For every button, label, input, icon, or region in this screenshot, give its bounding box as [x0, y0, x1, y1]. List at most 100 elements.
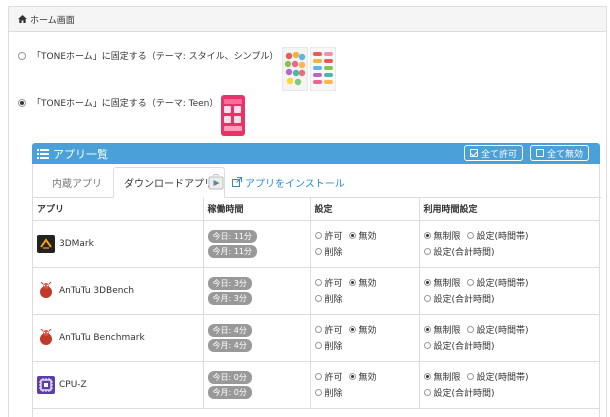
setting-delete-radio[interactable]: [314, 295, 322, 302]
setting-allow-label: 許可: [324, 326, 343, 336]
app-name: AnTuTu 3DBench: [59, 285, 135, 296]
usage-total-label: 設定(合計時間): [433, 248, 495, 258]
setting-allow-option[interactable]: 許可: [314, 229, 343, 242]
table-row: CPU-Z 今日: 0分 今月: 0分 許可 無効 削除 無制限 設定(時間帯)…: [33, 360, 600, 409]
setting-allow-radio[interactable]: [314, 373, 322, 380]
header-title: ホーム画面: [30, 15, 75, 26]
usage-period-radio[interactable]: [466, 326, 474, 333]
usage-unlimited-radio[interactable]: [423, 326, 431, 333]
usage-unlimited-option[interactable]: 無制限: [423, 276, 461, 289]
usage-unlimited-option[interactable]: 無制限: [423, 370, 461, 383]
setting-delete-label: 削除: [324, 248, 343, 258]
setting-allow-radio[interactable]: [314, 232, 322, 239]
setting-disable-option[interactable]: 無効: [348, 276, 377, 289]
usage-unlimited-radio[interactable]: [423, 232, 431, 239]
usage-unlimited-radio[interactable]: [423, 373, 431, 380]
usage-total-option[interactable]: 設定(合計時間): [423, 339, 495, 352]
setting-allow-label: 許可: [324, 279, 343, 289]
table-row: AnTuTu 3DBench 今日: 3分 今月: 3分 許可 無効 削除 無制…: [33, 266, 600, 315]
app-icon: [37, 281, 55, 300]
month-badge: 今月: 0分: [207, 385, 252, 399]
usage-unlimited-option[interactable]: 無制限: [423, 323, 461, 336]
antutu-icon: [40, 281, 52, 298]
usage-total-label: 設定(合計時間): [433, 389, 495, 399]
setting-allow-option[interactable]: 許可: [314, 276, 343, 289]
setting-delete-option[interactable]: 削除: [314, 386, 343, 399]
install-app-label: アプリをインストール: [245, 178, 345, 190]
today-badge: 今日: 11分: [207, 229, 257, 243]
home-option-style-simple[interactable]: 「TONEホーム」に固定する（テーマ: スタイル、シンプル）: [18, 49, 278, 62]
setting-delete-radio[interactable]: [314, 342, 322, 349]
usage-total-option[interactable]: 設定(合計時間): [423, 386, 495, 399]
col-runtime: 稼働時間: [202, 198, 311, 221]
usage-period-label: 設定(時間帯): [476, 279, 529, 289]
external-link-icon: [232, 177, 242, 187]
usage-period-option[interactable]: 設定(時間帯): [466, 370, 529, 383]
usage-total-option[interactable]: 設定(合計時間): [423, 245, 495, 258]
check-icon: [470, 149, 478, 157]
play-store-icon: [208, 174, 224, 190]
month-badge: 今月: 3分: [207, 291, 252, 305]
frame-header: ホーム画面: [9, 7, 606, 32]
usage-period-option[interactable]: 設定(時間帯): [466, 229, 529, 242]
usage-total-radio[interactable]: [423, 295, 431, 302]
app-icon: [37, 234, 55, 253]
setting-disable-radio[interactable]: [348, 373, 356, 380]
usage-unlimited-option[interactable]: 無制限: [423, 229, 461, 242]
allow-all-button[interactable]: 全て許可: [464, 145, 524, 161]
setting-disable-option[interactable]: 無効: [348, 229, 377, 242]
setting-allow-option[interactable]: 許可: [314, 370, 343, 383]
usage-unlimited-label: 無制限: [433, 373, 461, 383]
setting-disable-radio[interactable]: [348, 232, 356, 239]
runtime-cell: 今日: 4分 今月: 4分: [202, 313, 311, 362]
setting-delete-radio[interactable]: [314, 389, 322, 396]
install-app-link[interactable]: アプリをインストール: [208, 174, 345, 190]
col-app: アプリ: [33, 198, 204, 221]
setting-cell: 許可 無効 削除: [309, 313, 420, 362]
app-list-body: 内蔵アプリ ダウンロードアプリ アプリをインストール アプリ 稼働時間 設定 利…: [32, 164, 601, 417]
usage-period-radio[interactable]: [466, 232, 474, 239]
allow-all-label: 全て許可: [481, 148, 518, 159]
home-option-radio[interactable]: [18, 98, 26, 107]
home-option-label: 「TONEホーム」に固定する（テーマ: Teen）: [32, 99, 219, 109]
usage-total-radio[interactable]: [423, 248, 431, 255]
setting-disable-radio[interactable]: [348, 326, 356, 333]
setting-delete-option[interactable]: 削除: [314, 339, 343, 352]
home-option-radio[interactable]: [18, 51, 26, 60]
antutu-icon: [40, 328, 52, 345]
setting-delete-radio[interactable]: [314, 248, 322, 255]
app-cell: 3DMark: [33, 219, 204, 268]
usage-period-radio[interactable]: [466, 373, 474, 380]
setting-cell: 許可 無効 削除: [309, 266, 420, 315]
col-usage: 利用時間設定: [418, 198, 600, 221]
setting-disable-radio[interactable]: [348, 279, 356, 286]
home-option-label: 「TONEホーム」に固定する（テーマ: スタイル、シンプル）: [32, 52, 279, 62]
cpuz-icon: [37, 375, 55, 394]
tab-builtin-apps[interactable]: 内蔵アプリ: [41, 167, 113, 198]
setting-allow-radio[interactable]: [314, 326, 322, 333]
usage-cell: 無制限 設定(時間帯) 設定(合計時間): [418, 360, 600, 409]
usage-period-option[interactable]: 設定(時間帯): [466, 323, 529, 336]
setting-delete-option[interactable]: 削除: [314, 292, 343, 305]
setting-allow-option[interactable]: 許可: [314, 323, 343, 336]
app-icon: [37, 375, 55, 394]
disable-all-button[interactable]: 全て無効: [530, 145, 590, 161]
usage-total-label: 設定(合計時間): [433, 295, 495, 305]
runtime-cell: 今日: 0分 今月: 0分: [202, 360, 311, 409]
usage-unlimited-label: 無制限: [433, 326, 461, 336]
setting-disable-option[interactable]: 無効: [348, 370, 377, 383]
setting-allow-radio[interactable]: [314, 279, 322, 286]
usage-total-radio[interactable]: [423, 389, 431, 396]
usage-total-radio[interactable]: [423, 342, 431, 349]
setting-delete-option[interactable]: 削除: [314, 245, 343, 258]
home-option-teen[interactable]: 「TONEホーム」に固定する（テーマ: Teen）: [18, 96, 218, 109]
usage-unlimited-radio[interactable]: [423, 279, 431, 286]
setting-cell: 許可 無効 削除: [309, 219, 420, 268]
usage-period-radio[interactable]: [466, 279, 474, 286]
setting-disable-option[interactable]: 無効: [348, 323, 377, 336]
usage-unlimited-label: 無制限: [433, 232, 461, 242]
today-badge: 今日: 4分: [207, 323, 252, 337]
usage-period-option[interactable]: 設定(時間帯): [466, 276, 529, 289]
usage-total-option[interactable]: 設定(合計時間): [423, 292, 495, 305]
home-icon: [18, 15, 27, 23]
